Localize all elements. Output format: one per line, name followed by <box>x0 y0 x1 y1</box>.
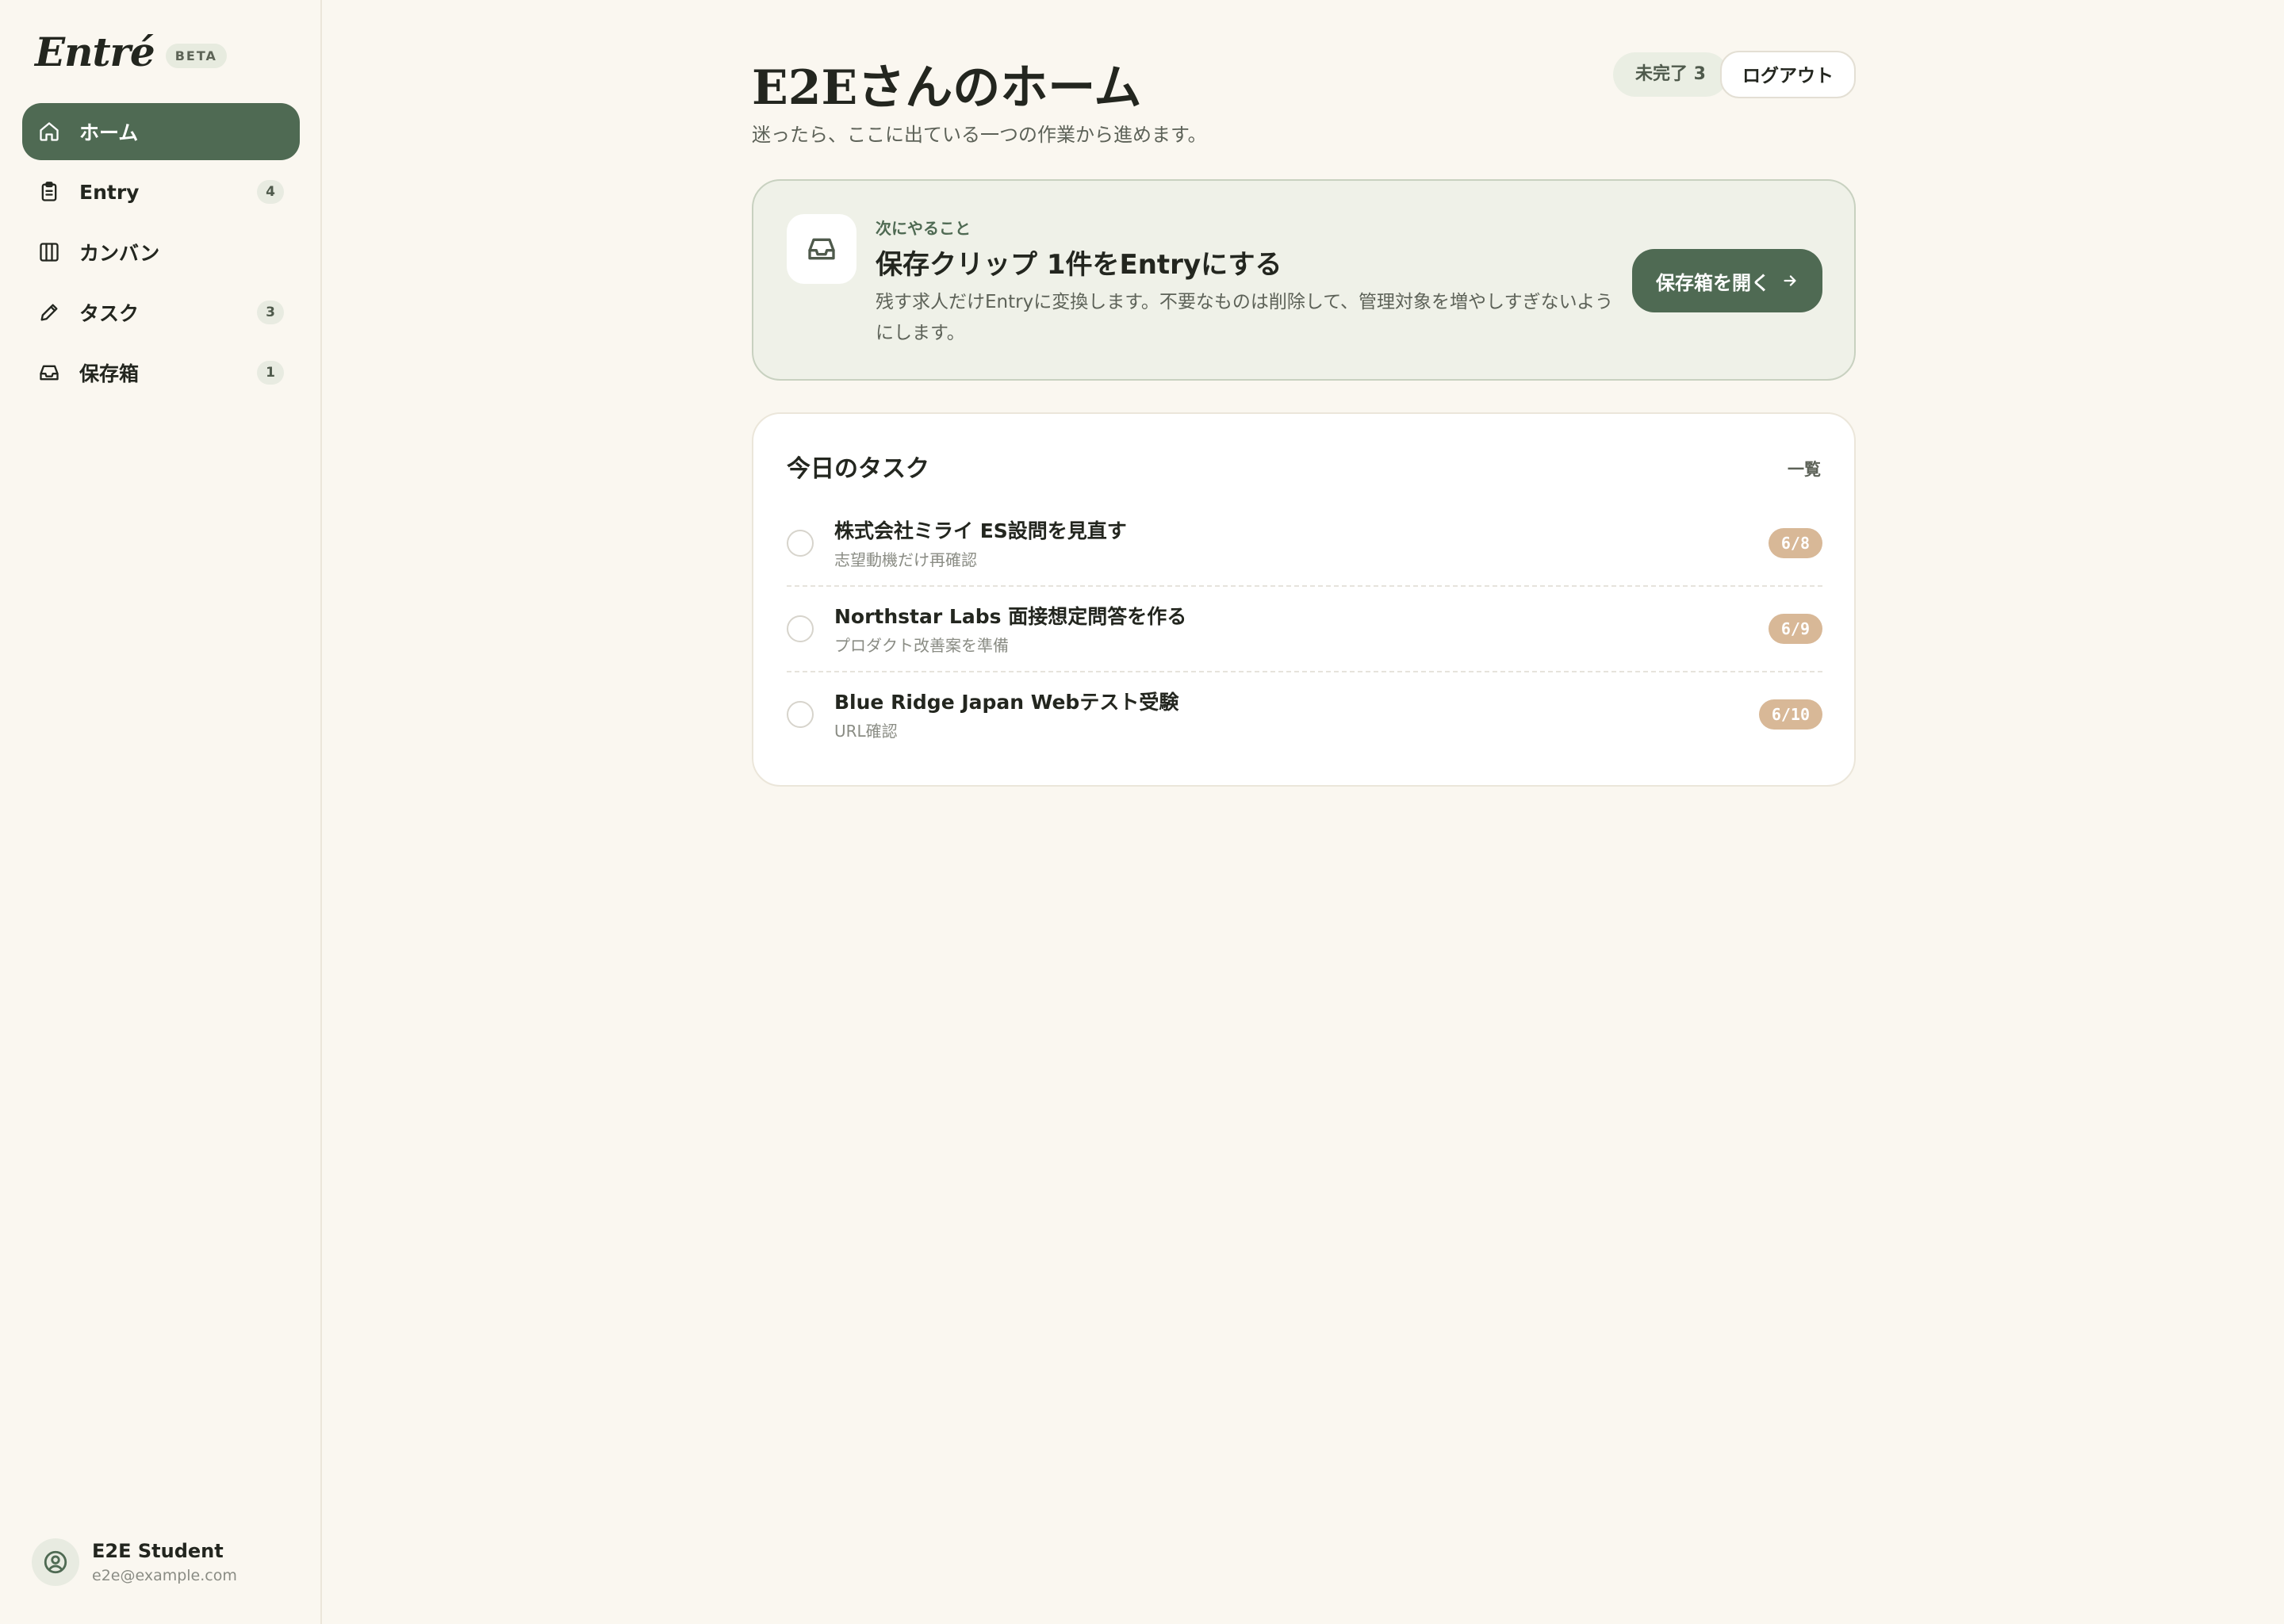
user-name: E2E Student <box>92 1540 224 1562</box>
sidebar-item-saved[interactable]: 保存箱 1 <box>22 344 300 401</box>
count-badge: 3 <box>257 301 284 324</box>
task-row[interactable]: Northstar Labs 面接想定問答を作る プロダクト改善案を準備 6/9 <box>787 585 1822 672</box>
task-checkbox[interactable] <box>787 701 814 728</box>
task-subtitle: 志望動機だけ再確認 <box>834 550 977 569</box>
task-checkbox[interactable] <box>787 615 814 642</box>
inbox-icon <box>787 214 856 284</box>
next-action-title: 保存クリップ 1件をEntryにする <box>876 249 1282 281</box>
sidebar-item-label: カンバン <box>79 242 160 265</box>
next-action-eyebrow: 次にやること <box>876 219 971 238</box>
logout-button[interactable]: ログアウト <box>1720 51 1856 98</box>
task-title: 株式会社ミライ ES設問を見直す <box>834 519 1127 542</box>
next-action-description: 残す求人だけEntryに変換します。不要なものは削除して、管理対象を増やしすぎな… <box>876 292 1614 343</box>
user-email: e2e@example.com <box>92 1567 237 1584</box>
task-row[interactable]: Blue Ridge Japan Webテスト受験 URL確認 6/10 <box>787 671 1822 756</box>
sidebar-item-label: Entry <box>79 180 140 204</box>
user-circle-icon <box>32 1538 79 1586</box>
today-tasks-card: 今日のタスク 一覧 株式会社ミライ ES設問を見直す 志望動機だけ再確認 6/8… <box>752 412 1856 787</box>
page-subtitle: 迷ったら、ここに出ている一つの作業から進めます。 <box>752 124 1207 146</box>
view-all-tasks-link[interactable]: 一覧 <box>1788 457 1821 481</box>
pencil-icon <box>38 301 60 324</box>
task-subtitle: URL確認 <box>834 722 898 741</box>
sidebar-item-label: タスク <box>79 302 140 325</box>
task-subtitle: プロダクト改善案を準備 <box>834 636 1009 655</box>
task-title: Blue Ridge Japan Webテスト受験 <box>834 691 1179 714</box>
inbox-icon <box>38 362 60 384</box>
next-action-card: 次にやること 保存クリップ 1件をEntryにする 残す求人だけEntryに変換… <box>752 179 1856 381</box>
today-tasks-title: 今日のタスク <box>787 455 929 483</box>
task-checkbox[interactable] <box>787 530 814 557</box>
sidebar-item-label: ホーム <box>79 121 139 144</box>
task-date-badge: 6/9 <box>1768 614 1822 644</box>
brand-logo: Entré <box>35 29 155 75</box>
count-badge: 1 <box>257 361 284 385</box>
clipboard-icon <box>38 181 60 203</box>
task-title: Northstar Labs 面接想定問答を作る <box>834 605 1187 628</box>
sidebar-item-label: 保存箱 <box>79 362 140 385</box>
task-date-badge: 6/10 <box>1758 699 1822 730</box>
sidebar-item-kanban[interactable]: カンバン <box>22 224 300 281</box>
task-row[interactable]: 株式会社ミライ ES設問を見直す 志望動機だけ再確認 6/8 <box>787 500 1822 587</box>
count-badge: 4 <box>257 180 284 204</box>
sidebar-item-tasks[interactable]: タスク 3 <box>22 284 300 341</box>
beta-badge: BETA <box>165 44 227 68</box>
sidebar-item-entry[interactable]: Entry 4 <box>22 163 300 220</box>
user-profile[interactable]: E2E Student e2e@example.com <box>32 1538 237 1586</box>
page-title: E2Eさんのホーム <box>752 60 1142 116</box>
open-saved-box-label: 保存箱を開く <box>1656 271 1770 294</box>
pending-count-badge: 未完了 3 <box>1613 52 1728 97</box>
sidebar-item-home[interactable]: ホーム <box>22 103 300 160</box>
home-icon <box>38 121 60 143</box>
task-date-badge: 6/8 <box>1768 528 1822 558</box>
columns-icon <box>38 241 60 263</box>
open-saved-box-button[interactable]: 保存箱を開く <box>1632 249 1822 312</box>
user-info: E2E Student e2e@example.com <box>92 1540 237 1584</box>
sidebar: Entré BETA ホーム Entry 4 カンバン タスク 3 保存箱 1 … <box>0 0 322 1624</box>
sidebar-nav: ホーム Entry 4 カンバン タスク 3 保存箱 1 <box>22 103 300 404</box>
arrow-right-icon <box>1784 275 1796 286</box>
brand[interactable]: Entré BETA <box>35 29 227 75</box>
